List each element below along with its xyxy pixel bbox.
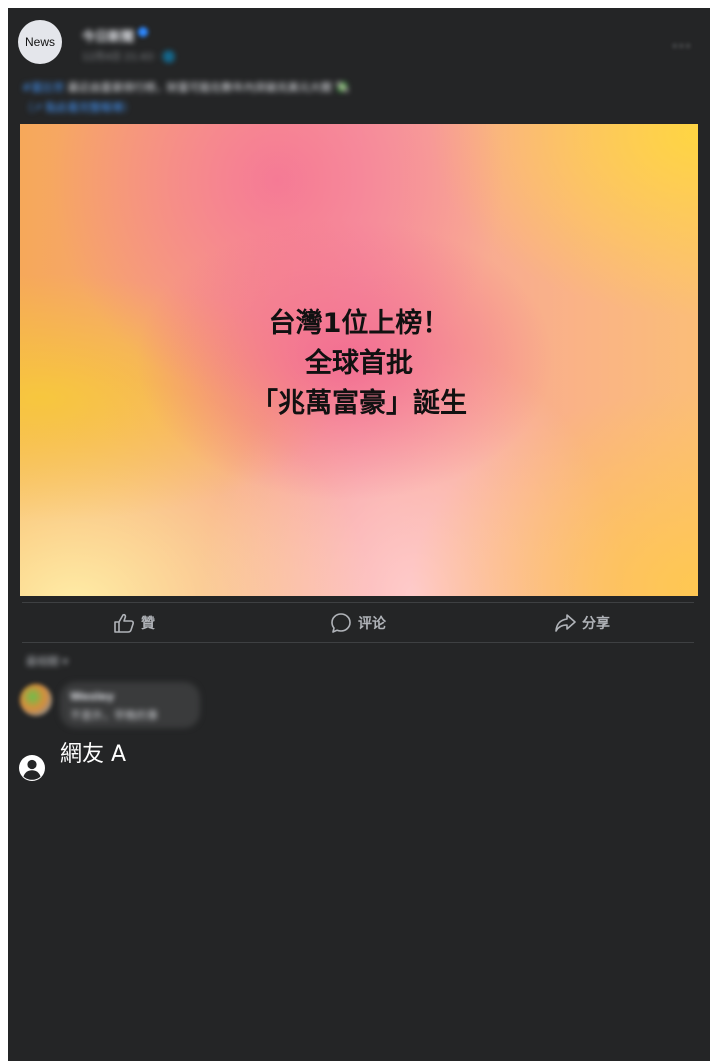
commenter-avatar[interactable]	[20, 684, 52, 716]
page-avatar[interactable]: News	[18, 20, 62, 64]
comment-sort-dropdown[interactable]: 最相關 ▾	[26, 653, 68, 669]
comment-author[interactable]: Wesley	[70, 690, 114, 703]
comment-bubble-icon	[331, 613, 351, 633]
post-header: News 今日新聞 12月4日 21:43 · 🌐 ··· #富比世 最近由富豪…	[8, 8, 710, 124]
caption-text: 最近由富豪排行榜，財富可能在數年內突破兆美元大關 💸	[64, 81, 349, 94]
actions-bottom-divider	[22, 642, 694, 643]
post-caption: #富比世 最近由富豪排行榜，財富可能在數年內突破兆美元大關 💸 （↗ 點此看完整…	[22, 78, 542, 118]
headline-line-1: 台灣1位上榜！	[268, 308, 450, 339]
share-label: 分享	[582, 616, 610, 632]
headline-line-2: 全球首批	[305, 348, 413, 379]
like-button[interactable]: 贊	[22, 604, 246, 642]
headline: 台灣1位上榜！ 全球首批 「兆萬富豪」誕生	[20, 304, 698, 424]
post-timestamp[interactable]: 12月4日 21:43 · 🌐	[82, 48, 175, 63]
actions-top-divider	[22, 602, 694, 603]
commenter-name: 網友 A	[60, 742, 127, 767]
caption-link[interactable]: （↗ 點此看完整報導）	[22, 98, 542, 118]
verified-badge-icon	[138, 27, 148, 37]
comment-label: 评论	[358, 616, 386, 632]
more-options-icon[interactable]: ···	[672, 36, 692, 57]
post-actions-bar: 贊 评论 分享	[22, 604, 694, 642]
post-card: News 今日新聞 12月4日 21:43 · 🌐 ··· #富比世 最近由富豪…	[8, 8, 710, 1061]
share-button[interactable]: 分享	[470, 604, 694, 642]
page-name[interactable]: 今日新聞	[82, 26, 134, 45]
post-image[interactable]: 台灣1位上榜！ 全球首批 「兆萬富豪」誕生	[20, 124, 698, 596]
avatar-text: News	[24, 35, 55, 49]
user-avatar-icon[interactable]	[18, 754, 46, 782]
comment-button[interactable]: 评论	[246, 604, 470, 642]
comment-text: 不意外，早晚的事	[70, 709, 158, 722]
like-label: 贊	[141, 616, 155, 632]
caption-hashtag[interactable]: #富比世	[22, 81, 64, 94]
headline-line-3: 「兆萬富豪」誕生	[251, 388, 467, 419]
thumbs-up-icon	[114, 613, 134, 633]
share-arrow-icon	[555, 614, 576, 632]
